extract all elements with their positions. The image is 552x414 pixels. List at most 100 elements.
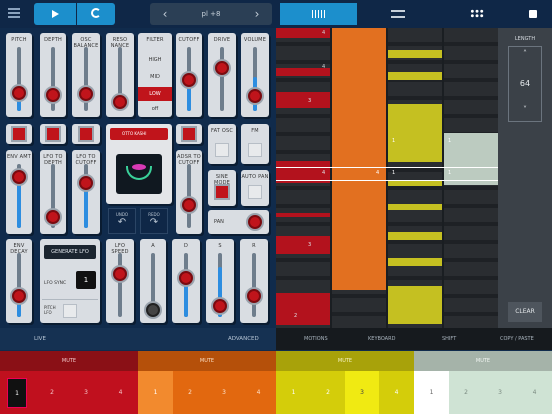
track-3-mute[interactable]: MUTE <box>276 351 414 371</box>
live-button[interactable]: LIVE <box>34 336 46 342</box>
track-4-mute[interactable]: MUTE <box>414 351 552 371</box>
auto-pan-toggle[interactable]: AUTO PAN <box>241 170 269 206</box>
attack-slider[interactable]: A <box>140 239 166 323</box>
seq-note-red[interactable] <box>276 236 330 254</box>
track-2-pad-2[interactable]: 2 <box>173 371 207 414</box>
toggle-4[interactable] <box>176 124 202 144</box>
filter-option-off[interactable]: off <box>138 103 172 115</box>
cutoff-knob[interactable] <box>182 73 196 87</box>
track-2-mute[interactable]: MUTE <box>138 351 276 371</box>
length-stepper[interactable]: ˄ 64 ˅ <box>508 46 542 122</box>
track-3-pad-4[interactable]: 4 <box>379 371 414 414</box>
pan-knob[interactable] <box>248 215 262 229</box>
sequencer-grid[interactable]: 4 4 3 4 3 2 4 1 1 1 1 <box>276 28 498 328</box>
track-4-pad-2[interactable]: 2 <box>449 371 483 414</box>
env-decay-slider[interactable]: ENV DECAY <box>6 239 32 323</box>
volume-slider[interactable]: VOLUME <box>241 33 269 117</box>
track-1-pad-3[interactable]: 3 <box>69 371 103 414</box>
length-down-icon[interactable]: ˅ <box>509 105 541 114</box>
decay-knob[interactable] <box>179 271 193 285</box>
tab-routing[interactable] <box>383 3 413 25</box>
adsr-to-cutoff-knob[interactable] <box>182 198 196 212</box>
track-2-pad-4[interactable]: 4 <box>241 371 276 414</box>
toggle-3[interactable] <box>72 124 100 144</box>
lfo-speed-slider[interactable]: LFO SPEED <box>106 239 134 323</box>
track-4-pad-4[interactable]: 4 <box>517 371 552 414</box>
fat-osc-toggle[interactable]: FAT OSC <box>208 124 236 164</box>
track-1-pad-2[interactable]: 2 <box>35 371 69 414</box>
track-3-pad-3[interactable]: 3 <box>345 371 379 414</box>
tab-pads[interactable] <box>465 3 489 25</box>
seq-note-yellow[interactable] <box>388 232 442 240</box>
track-3-pad-1[interactable]: 1 <box>276 371 311 414</box>
tab-motions[interactable]: MOTIONS <box>304 336 328 342</box>
lfo-to-cutoff-knob[interactable] <box>79 176 93 190</box>
save-button[interactable] <box>526 3 542 25</box>
seq-note-yellow[interactable] <box>388 286 442 324</box>
tab-shift[interactable]: SHIFT <box>442 336 456 342</box>
pitch-lfo-toggle[interactable]: PITCH LFO <box>42 299 98 321</box>
tab-copy-paste[interactable]: COPY / PASTE <box>500 336 534 342</box>
pan-control[interactable]: PAN <box>208 210 269 234</box>
pitch-knob[interactable] <box>12 86 26 100</box>
next-pattern-button[interactable]: › <box>242 3 272 25</box>
prev-pattern-button[interactable]: ‹ <box>150 3 180 25</box>
pitch-slider[interactable]: PITCH <box>6 33 32 117</box>
track-2-pad-1[interactable]: 1 <box>138 371 173 414</box>
lfo-sync-value[interactable]: 1 <box>76 271 96 289</box>
track-4-pad-1[interactable]: 1 <box>414 371 449 414</box>
seq-note-red[interactable] <box>276 92 330 108</box>
sine-mode-toggle[interactable]: SINE MODE <box>208 170 236 206</box>
tab-mixer[interactable] <box>280 3 357 25</box>
attack-knob[interactable] <box>146 303 160 317</box>
tab-keyboard[interactable]: KEYBOARD <box>368 336 395 342</box>
advanced-button[interactable]: ADVANCED <box>228 336 259 342</box>
track-3-pad-2[interactable]: 2 <box>311 371 345 414</box>
sustain-slider[interactable]: S <box>206 239 234 323</box>
filter-option-mid[interactable]: MID <box>138 70 172 84</box>
release-knob[interactable] <box>247 289 261 303</box>
lfo-to-cutoff-slider[interactable]: LFO TO CUTOFF <box>72 150 100 234</box>
play-button[interactable] <box>34 3 76 25</box>
toggle-2[interactable] <box>40 124 66 144</box>
length-up-icon[interactable]: ˄ <box>509 49 541 58</box>
track-1-mute[interactable]: MUTE <box>0 351 138 371</box>
cutoff-slider[interactable]: CUTOFF <box>176 33 202 117</box>
depth-slider[interactable]: DEPTH <box>40 33 66 117</box>
menu-icon[interactable] <box>8 8 20 18</box>
adsr-to-cutoff-slider[interactable]: ADSR TO CUTOFF <box>176 150 202 234</box>
track-1-pad-4[interactable]: 4 <box>103 371 138 414</box>
env-decay-knob[interactable] <box>12 289 26 303</box>
osc-balance-slider[interactable]: OSC BALANCE <box>72 33 100 117</box>
generate-lfo-button[interactable]: GENERATE LFO <box>44 245 96 259</box>
resonance-knob[interactable] <box>113 95 127 109</box>
lfo-speed-knob[interactable] <box>113 267 127 281</box>
fm-toggle[interactable]: FM <box>241 124 269 164</box>
depth-knob[interactable] <box>46 88 60 102</box>
release-slider[interactable]: R <box>240 239 268 323</box>
toggle-1[interactable] <box>6 124 32 144</box>
sustain-knob[interactable] <box>213 299 227 313</box>
seq-note-yellow[interactable] <box>388 258 442 266</box>
volume-knob[interactable] <box>248 89 262 103</box>
resonance-slider[interactable]: RESO NANCE <box>106 33 134 117</box>
osc-balance-knob[interactable] <box>79 87 93 101</box>
env-amt-slider[interactable]: ENV AMT <box>6 150 32 234</box>
undo-button[interactable]: UNDO ↶ <box>108 208 136 234</box>
seq-note-yellow[interactable] <box>388 50 442 58</box>
decay-slider[interactable]: D <box>172 239 200 323</box>
track-2-pad-3[interactable]: 3 <box>207 371 241 414</box>
seq-note-red[interactable] <box>276 293 330 325</box>
seq-note-yellow[interactable] <box>388 104 442 162</box>
lfo-to-depth-knob[interactable] <box>46 210 60 224</box>
seq-note-yellow[interactable] <box>388 204 442 210</box>
lfo-to-depth-slider[interactable]: LFO TO DEPTH <box>40 150 66 234</box>
seq-note-orange[interactable] <box>332 28 386 290</box>
filter-option-high[interactable]: HIGH <box>138 53 172 67</box>
preset-screen[interactable]: OTTO KASHI <box>106 124 172 204</box>
drive-slider[interactable]: DRIVE <box>208 33 236 117</box>
drive-knob[interactable] <box>215 61 229 75</box>
filter-option-low[interactable]: LOW <box>138 87 172 101</box>
track-1-pad-1[interactable]: 1 <box>0 371 35 414</box>
loop-button[interactable] <box>77 3 115 25</box>
